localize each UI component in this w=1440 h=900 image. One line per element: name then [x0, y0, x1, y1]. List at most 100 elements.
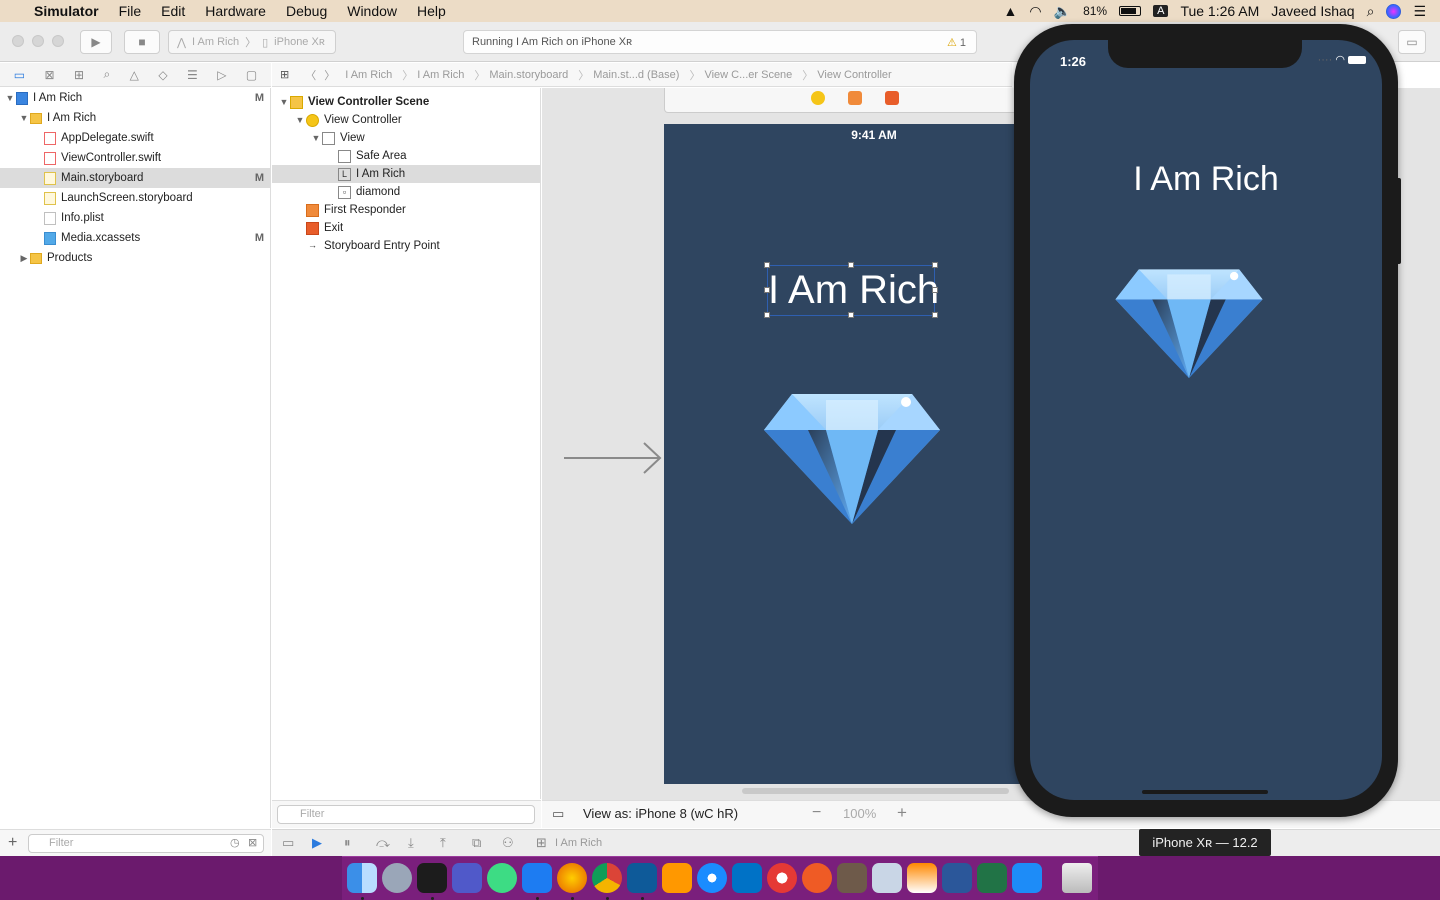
safari-icon[interactable]: [697, 863, 727, 893]
window-zoom-button[interactable]: [52, 35, 64, 47]
jump-crumb-file[interactable]: Main.storyboard: [489, 69, 574, 81]
related-items-icon[interactable]: ⊞: [272, 68, 297, 81]
teams-icon[interactable]: [452, 863, 482, 893]
navigator-item[interactable]: ▼ I Am Rich M: [0, 88, 270, 108]
simulator-screen[interactable]: 1:26 ···· ◠ I Am Rich: [1030, 40, 1382, 800]
xcode-icon[interactable]: [522, 863, 552, 893]
disclosure-open-icon[interactable]: ▼: [278, 97, 290, 107]
input-source-icon[interactable]: A: [1153, 5, 1169, 17]
menu-hardware[interactable]: Hardware: [195, 3, 276, 19]
navigator-item[interactable]: AppDelegate.swift: [0, 128, 270, 148]
app-store-icon[interactable]: [1012, 863, 1042, 893]
pause-icon[interactable]: ⏸: [344, 835, 351, 851]
vscode-icon[interactable]: [627, 863, 657, 893]
find-navigator-icon[interactable]: ⌕: [104, 67, 111, 82]
navigator-item[interactable]: LaunchScreen.storyboard: [0, 188, 270, 208]
outline-item[interactable]: ▼ View Controller Scene: [272, 93, 540, 111]
hide-debug-area-icon[interactable]: ▭: [282, 835, 294, 851]
vlc-icon[interactable]: [907, 863, 937, 893]
sublime-icon[interactable]: [662, 863, 692, 893]
scheme-selector[interactable]: ⋀ I Am Rich 〉 ▯ iPhone Xʀ: [168, 30, 336, 54]
outline-item[interactable]: First Responder: [272, 201, 540, 219]
chrome-icon[interactable]: [592, 863, 622, 893]
menu-window[interactable]: Window: [337, 3, 407, 19]
resize-handle[interactable]: [848, 262, 854, 268]
finder-icon[interactable]: [347, 863, 377, 893]
view-as-device[interactable]: View as: iPhone 8 (wC hR): [583, 806, 738, 821]
zoom-out-button[interactable]: −: [812, 804, 821, 822]
canvas-horizontal-scrollbar[interactable]: [742, 788, 1009, 794]
volume-icon[interactable]: 🔈: [1054, 3, 1071, 20]
diamond-image[interactable]: [764, 390, 940, 524]
navigator-filter-field[interactable]: Filter: [28, 834, 264, 853]
battery-percent[interactable]: 81%: [1083, 4, 1107, 18]
outline-filter-field[interactable]: Filter: [277, 805, 535, 824]
disclosure-open-icon[interactable]: ▼: [18, 113, 30, 123]
resize-handle[interactable]: [932, 262, 938, 268]
menu-help[interactable]: Help: [407, 3, 456, 19]
window-minimize-button[interactable]: [32, 35, 44, 47]
title-label[interactable]: I Am Rich: [767, 265, 939, 316]
spotlight-icon[interactable]: ⌕: [1367, 3, 1375, 20]
outline-item[interactable]: ▼ View: [272, 129, 540, 147]
outlook-icon[interactable]: [732, 863, 762, 893]
android-studio-icon[interactable]: [487, 863, 517, 893]
outline-item[interactable]: → Storyboard Entry Point: [272, 237, 540, 255]
disclosure-open-icon[interactable]: ▼: [294, 115, 306, 125]
project-navigator-icon[interactable]: ▭: [14, 68, 25, 82]
preview-icon[interactable]: [872, 863, 902, 893]
menu-file[interactable]: File: [109, 3, 152, 19]
navigator-item[interactable]: ▼ I Am Rich: [0, 108, 270, 128]
view-controller-icon[interactable]: [811, 91, 825, 105]
navigator-item[interactable]: Main.storyboard M: [0, 168, 270, 188]
storyboard-entry-arrow[interactable]: [564, 438, 664, 478]
step-in-icon[interactable]: ⤓: [408, 835, 414, 851]
jump-crumb-scene[interactable]: View C...er Scene: [704, 69, 798, 81]
activity-viewer[interactable]: Running I Am Rich on iPhone Xʀ ⚠ 1: [463, 30, 977, 54]
postman-icon[interactable]: [802, 863, 832, 893]
resize-handle[interactable]: [764, 312, 770, 318]
jump-crumb-base[interactable]: Main.st...d (Base): [593, 69, 685, 81]
step-out-icon[interactable]: ⤒: [440, 835, 446, 851]
source-control-navigator-icon[interactable]: ⊠: [45, 68, 55, 82]
word-icon[interactable]: [942, 863, 972, 893]
forward-button[interactable]: 〉: [324, 67, 345, 83]
back-button[interactable]: 〈: [297, 67, 324, 83]
disclosure-open-icon[interactable]: ▼: [310, 133, 322, 143]
vlc-menu-icon[interactable]: ▲: [1004, 3, 1018, 19]
jump-crumb-group[interactable]: I Am Rich: [417, 69, 470, 81]
wifi-icon[interactable]: ◠: [1029, 3, 1041, 20]
trash-icon[interactable]: [1062, 863, 1092, 893]
resize-handle[interactable]: [764, 262, 770, 268]
navigator-item[interactable]: ▶ Products: [0, 248, 270, 268]
first-responder-icon[interactable]: [848, 91, 862, 105]
test-navigator-icon[interactable]: ◇: [158, 68, 167, 82]
outline-item[interactable]: Exit: [272, 219, 540, 237]
run-button[interactable]: ▶: [80, 30, 112, 54]
outline-item[interactable]: Safe Area: [272, 147, 540, 165]
battery-icon[interactable]: [1119, 6, 1142, 16]
menu-user[interactable]: Javeed Ishaq: [1271, 3, 1354, 19]
view-hierarchy-icon[interactable]: ⧉: [472, 835, 481, 851]
stop-button[interactable]: ■: [124, 30, 160, 54]
excel-icon[interactable]: [977, 863, 1007, 893]
recent-files-icon[interactable]: ◷: [230, 836, 240, 849]
outline-item[interactable]: ▫ diamond: [272, 183, 540, 201]
window-close-button[interactable]: [12, 35, 24, 47]
debug-selected-element[interactable]: I Am Rich: [555, 837, 602, 849]
outline-item[interactable]: L I Am Rich: [272, 165, 540, 183]
navigator-item[interactable]: ViewController.swift: [0, 148, 270, 168]
navigator-item[interactable]: Media.xcassets M: [0, 228, 270, 248]
breakpoint-navigator-icon[interactable]: ▷: [217, 68, 226, 82]
side-button[interactable]: [1396, 178, 1401, 264]
disclosure-open-icon[interactable]: ▼: [4, 93, 16, 103]
debug-navigator-icon[interactable]: ☰: [187, 68, 198, 82]
issue-navigator-icon[interactable]: △: [130, 68, 139, 82]
zoom-in-button[interactable]: +: [897, 803, 907, 823]
resize-handle[interactable]: [932, 312, 938, 318]
home-indicator[interactable]: [1142, 790, 1268, 794]
simulator-window[interactable]: 1:26 ···· ◠ I Am Rich: [1014, 24, 1401, 817]
report-navigator-icon[interactable]: ▢: [246, 68, 257, 82]
jump-crumb-project[interactable]: I Am Rich: [345, 69, 398, 81]
photos-icon[interactable]: [767, 863, 797, 893]
